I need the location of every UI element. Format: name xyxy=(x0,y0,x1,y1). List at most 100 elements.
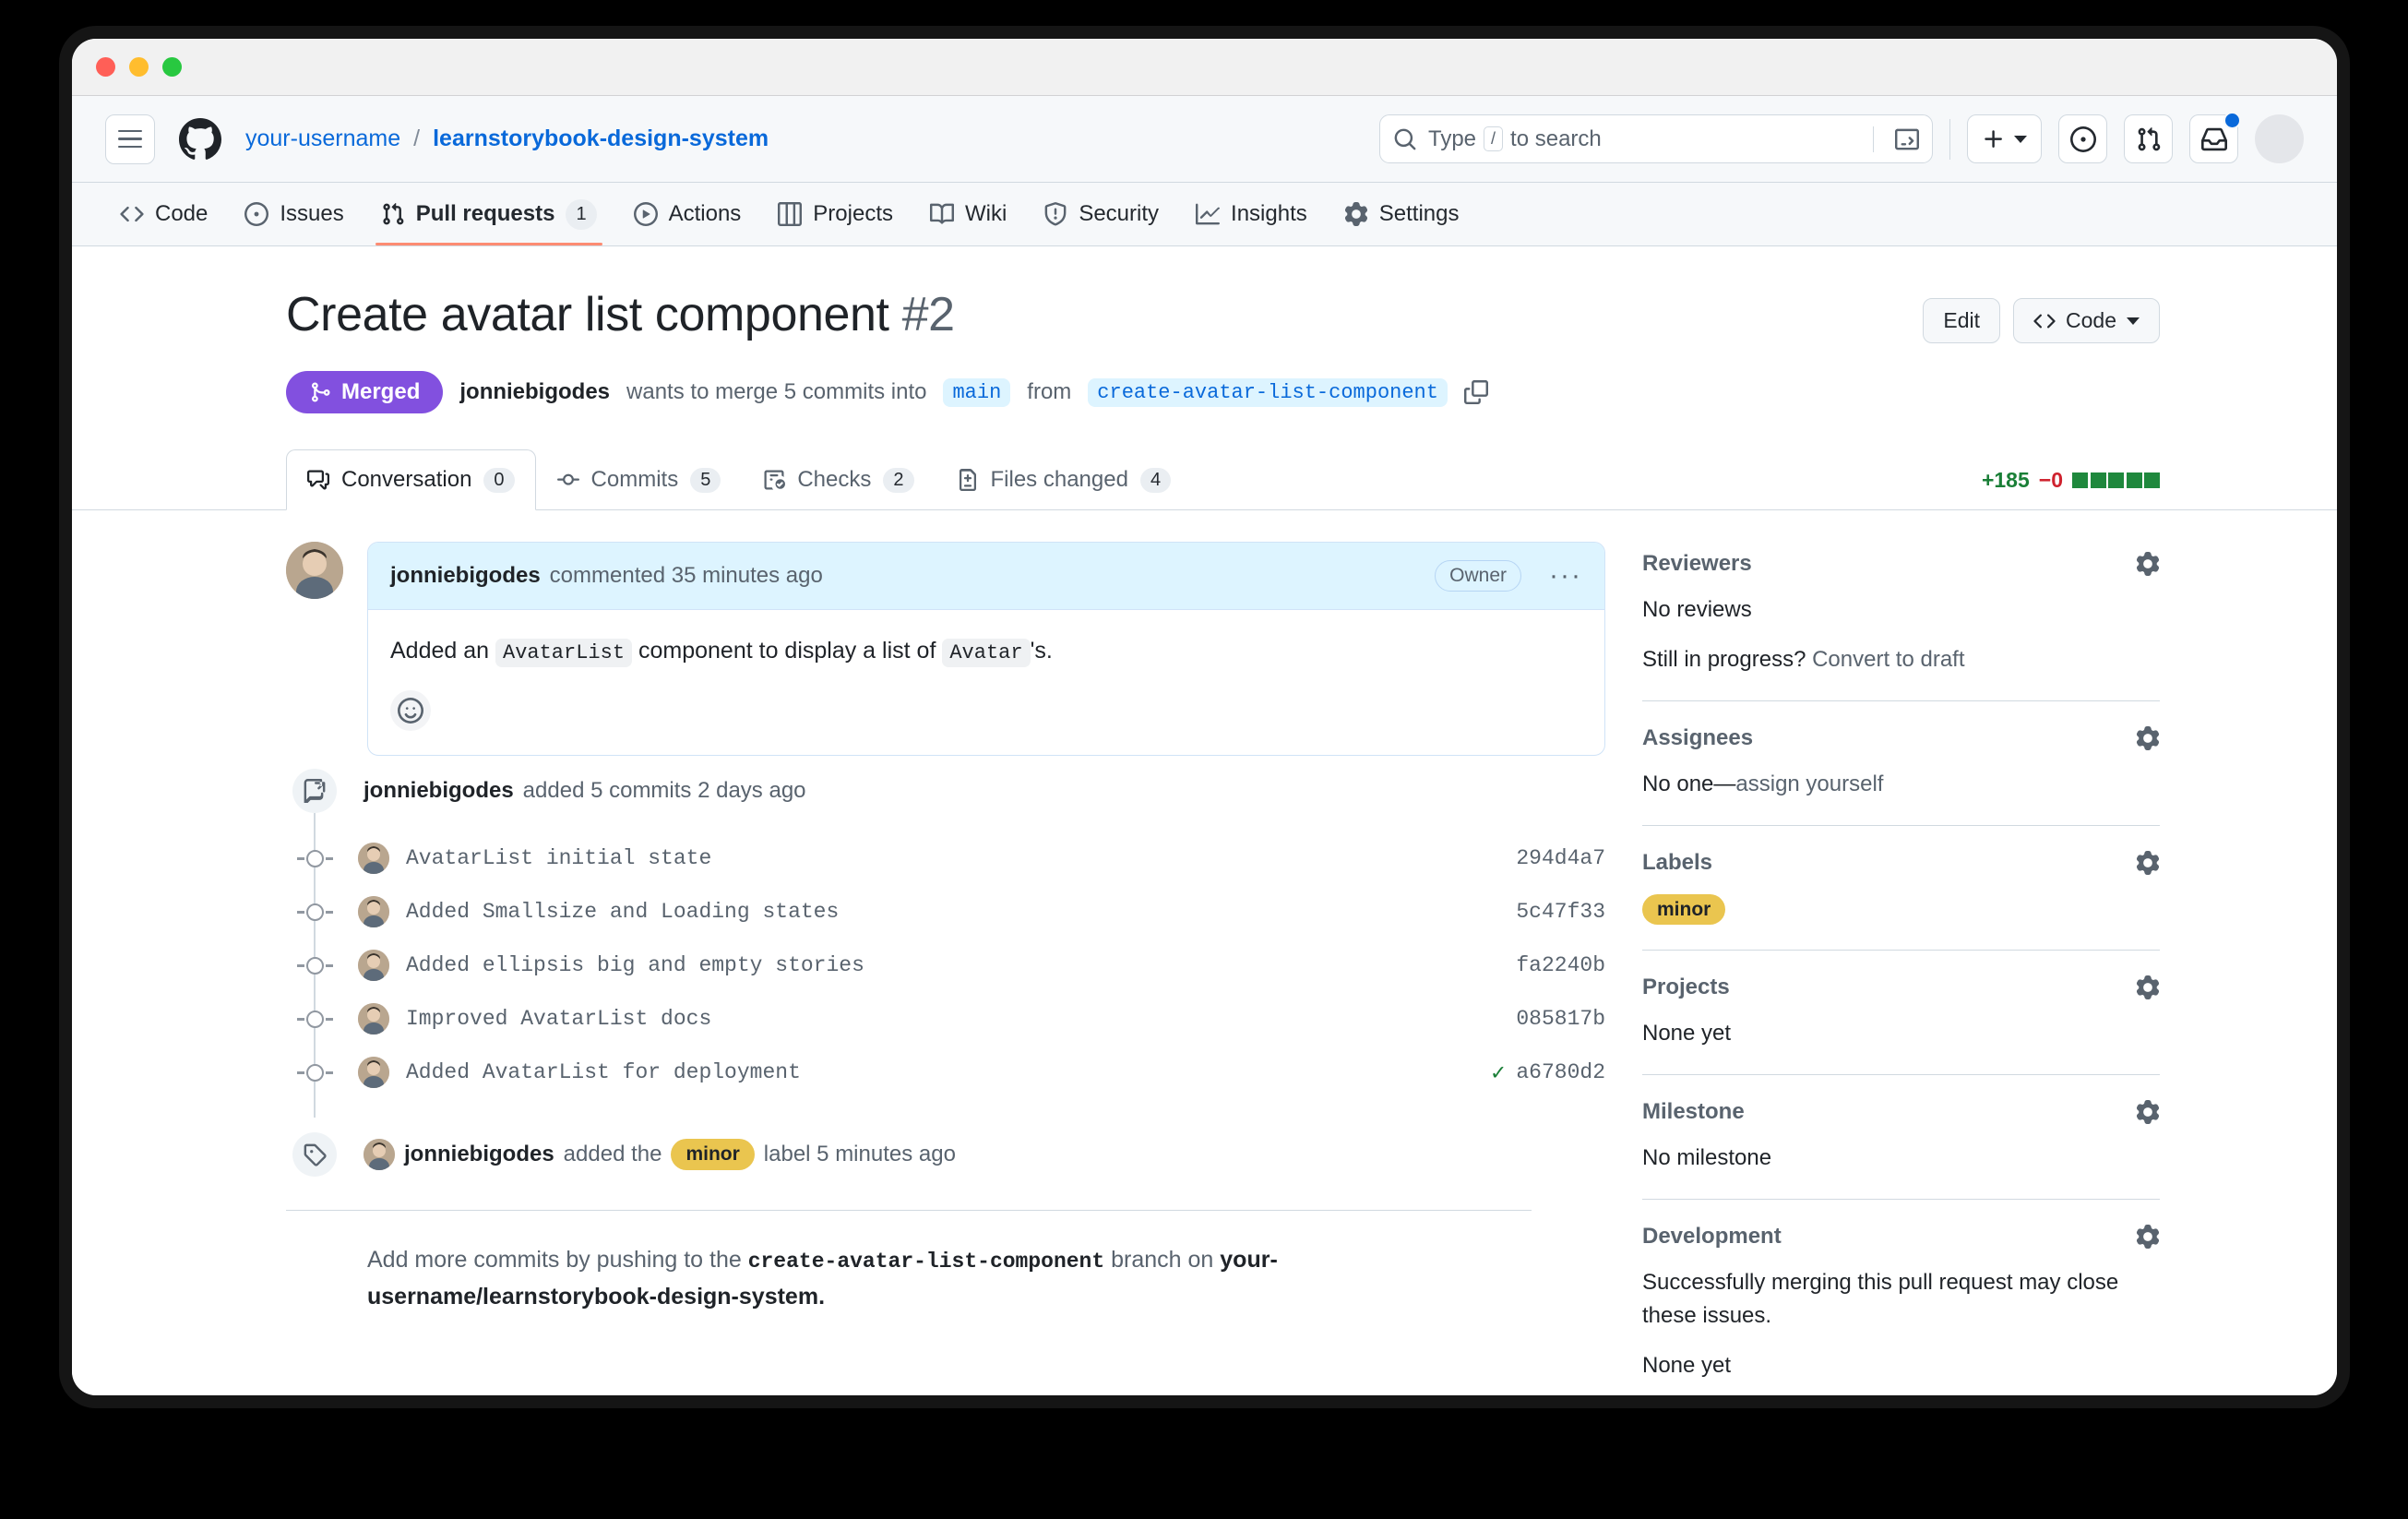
commit-node-icon xyxy=(296,849,333,867)
pr-header-actions: Edit Code xyxy=(1923,287,2337,343)
base-branch-chip[interactable]: main xyxy=(943,377,1011,407)
gear-icon[interactable] xyxy=(2136,975,2160,999)
comment-text-mid: component to display a list of xyxy=(638,638,936,664)
gear-icon xyxy=(1344,202,1368,226)
status-badge: Merged xyxy=(286,371,444,413)
tab-label: Checks xyxy=(797,467,872,492)
notifications-inbox-button[interactable] xyxy=(2189,112,2241,163)
section-title: Development xyxy=(1642,1224,1782,1249)
label-badge[interactable]: minor xyxy=(671,1139,755,1170)
avatar xyxy=(364,1139,395,1170)
header-divider xyxy=(1949,118,1950,160)
assign-yourself-link[interactable]: assign yourself xyxy=(1735,771,1883,796)
nav-item-insights[interactable]: Insights xyxy=(1181,183,1322,245)
comment-menu-icon[interactable]: ··· xyxy=(1549,562,1582,590)
nav-item-count: 1 xyxy=(566,198,597,230)
commit-sha[interactable]: ✓ a6780d2 xyxy=(1491,1059,1605,1087)
timeline-icon-wrap xyxy=(286,769,343,813)
commit-message[interactable]: Improved AvatarList docs xyxy=(406,1007,711,1031)
section-title: Projects xyxy=(1642,975,1730,999)
nav-item-actions[interactable]: Actions xyxy=(619,183,757,245)
nav-item-issues[interactable]: Issues xyxy=(230,183,358,245)
pr-author[interactable]: jonniebigodes xyxy=(459,379,610,405)
table-row[interactable]: Added AvatarList for deployment ✓ a6780d… xyxy=(296,1046,1605,1099)
chevron-down-icon xyxy=(2127,317,2140,325)
convert-to-draft-link[interactable]: Convert to draft xyxy=(1812,647,1964,672)
gear-icon[interactable] xyxy=(2136,1100,2160,1124)
event-author[interactable]: jonniebigodes xyxy=(404,1142,554,1167)
pull-requests-button[interactable] xyxy=(2124,114,2173,163)
commit-sha[interactable]: 5c47f33 xyxy=(1516,900,1605,924)
pr-timeline: jonniebigodes added 5 commits 2 days ago… xyxy=(286,769,1605,1177)
issues-button[interactable] xyxy=(2058,114,2107,163)
section-header: Development xyxy=(1642,1224,2160,1250)
copy-icon[interactable] xyxy=(1463,380,1488,404)
gear-icon[interactable] xyxy=(2136,726,2160,750)
graph-icon xyxy=(1196,202,1221,226)
terminal-icon[interactable] xyxy=(1885,127,1919,151)
commit-sha[interactable]: 294d4a7 xyxy=(1516,846,1605,870)
nav-item-label: Projects xyxy=(813,201,893,226)
comment-card: jonniebigodes commented 35 minutes ago O… xyxy=(367,542,1605,756)
table-row[interactable]: Added ellipsis big and empty stories fa2… xyxy=(296,939,1605,992)
gear-icon[interactable] xyxy=(2136,552,2160,576)
comment-icon xyxy=(307,469,329,491)
create-new-button[interactable] xyxy=(1967,114,2042,163)
comment-body: Added an AvatarList component to display… xyxy=(368,610,1604,755)
nav-item-wiki[interactable]: Wiki xyxy=(915,183,1021,245)
gear-icon[interactable] xyxy=(2136,851,2160,875)
section-title: Reviewers xyxy=(1642,551,1752,576)
window-minimize-button[interactable] xyxy=(129,57,149,77)
repo-push-icon xyxy=(292,769,337,813)
smiley-icon[interactable] xyxy=(390,690,431,731)
sidebar-section-labels: Labels minor xyxy=(1642,825,2160,950)
label-badge-minor[interactable]: minor xyxy=(1642,894,1726,925)
section-header: Assignees xyxy=(1642,725,2160,751)
nav-item-pull-requests[interactable]: Pull requests 1 xyxy=(366,183,612,245)
tab-checks[interactable]: Checks 2 xyxy=(742,449,935,510)
status-badge[interactable]: Owner xyxy=(1435,560,1522,592)
section-header: Labels xyxy=(1642,850,2160,876)
head-branch-chip[interactable]: create-avatar-list-component xyxy=(1088,377,1448,407)
code-dropdown-button[interactable]: Code xyxy=(2013,298,2160,343)
tab-files-changed[interactable]: Files changed 4 xyxy=(936,449,1193,510)
commit-sha[interactable]: 085817b xyxy=(1516,1007,1605,1031)
diff-squares xyxy=(2072,472,2160,488)
breadcrumb-owner[interactable]: your-username xyxy=(245,126,400,152)
nav-item-code[interactable]: Code xyxy=(105,183,222,245)
commit-node-icon xyxy=(296,1010,333,1028)
commit-message[interactable]: AvatarList initial state xyxy=(406,846,711,870)
gear-icon[interactable] xyxy=(2136,1225,2160,1249)
tab-conversation[interactable]: Conversation 0 xyxy=(286,449,536,510)
window-maximize-button[interactable] xyxy=(162,57,182,77)
github-logo-icon[interactable] xyxy=(175,114,225,164)
tab-commits[interactable]: Commits 5 xyxy=(536,449,743,510)
table-row[interactable]: AvatarList initial state 294d4a7 xyxy=(296,831,1605,885)
commit-message[interactable]: Added AvatarList for deployment xyxy=(406,1060,801,1084)
shield-icon xyxy=(1043,202,1067,226)
commit-message[interactable]: Added ellipsis big and empty stories xyxy=(406,953,864,977)
avatar[interactable] xyxy=(286,542,343,599)
nav-item-label: Insights xyxy=(1231,201,1307,226)
diff-stat: +185 −0 xyxy=(1982,468,2160,509)
nav-item-projects[interactable]: Projects xyxy=(763,183,908,245)
breadcrumb-repo[interactable]: learnstorybook-design-system xyxy=(433,126,769,152)
hamburger-icon[interactable] xyxy=(105,114,155,164)
edit-button[interactable]: Edit xyxy=(1923,298,2001,343)
search-input[interactable]: Type / to search xyxy=(1379,114,1933,163)
commit-sha[interactable]: fa2240b xyxy=(1516,953,1605,977)
nav-item-security[interactable]: Security xyxy=(1029,183,1174,245)
browser-window: your-username / learnstorybook-design-sy… xyxy=(72,39,2337,1395)
section-title: Milestone xyxy=(1642,1099,1745,1124)
commit-message[interactable]: Added Smallsize and Loading states xyxy=(406,900,839,924)
user-avatar[interactable] xyxy=(2255,114,2304,163)
nav-item-settings[interactable]: Settings xyxy=(1329,183,1474,245)
milestone-empty-state: No milestone xyxy=(1642,1145,1772,1170)
table-row[interactable]: Added Smallsize and Loading states 5c47f… xyxy=(296,885,1605,939)
table-row[interactable]: Improved AvatarList docs 085817b xyxy=(296,992,1605,1046)
window-close-button[interactable] xyxy=(96,57,115,77)
comment-author[interactable]: jonniebigodes xyxy=(390,563,541,589)
checklist-icon xyxy=(763,469,786,491)
event-author[interactable]: jonniebigodes xyxy=(364,778,514,804)
section-title: Labels xyxy=(1642,850,1713,875)
